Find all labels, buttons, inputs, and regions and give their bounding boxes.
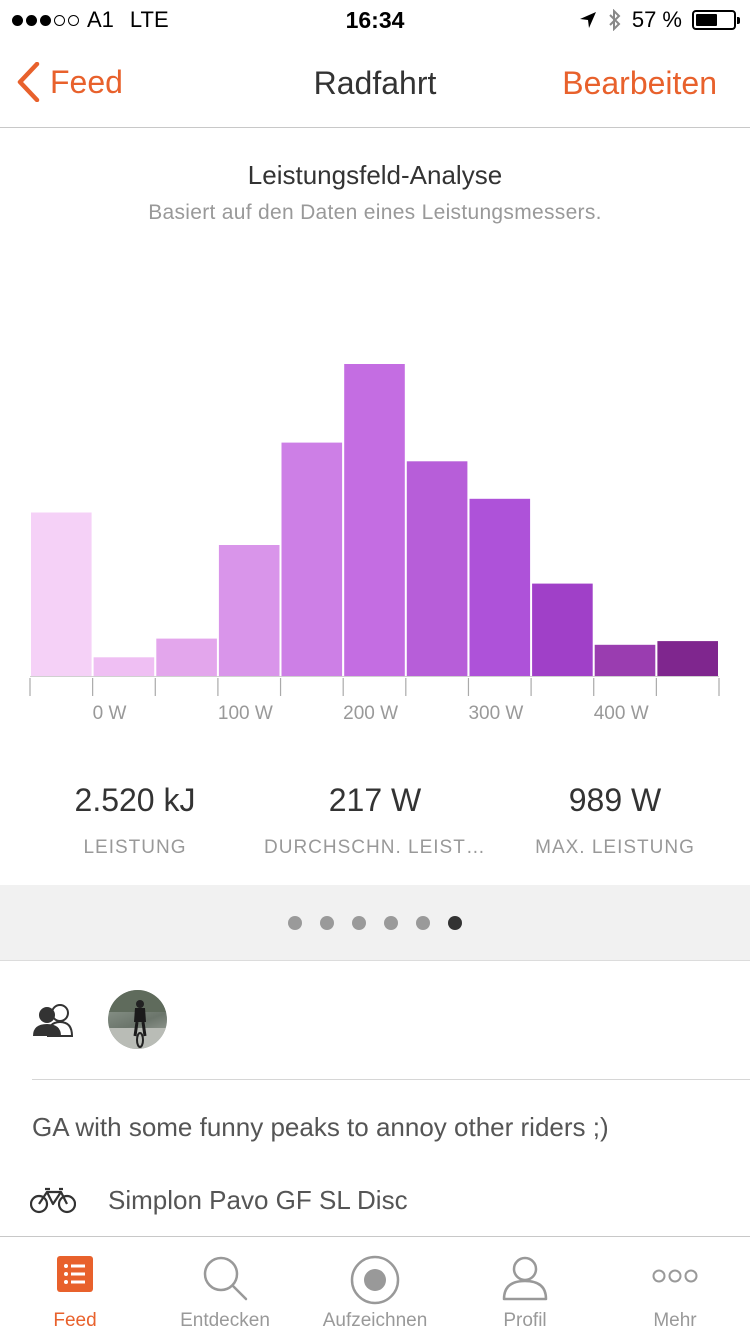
tab-explore-label: Entdecken	[180, 1310, 270, 1331]
edit-button[interactable]: Bearbeiten	[562, 65, 717, 102]
group-athletes-icon	[33, 1004, 74, 1037]
tab-explore[interactable]: Entdecken	[150, 1237, 300, 1334]
status-bar: A1 LTE 16:34 57 %	[0, 0, 750, 40]
tab-feed[interactable]: Feed	[0, 1237, 150, 1334]
battery-fill	[696, 14, 717, 26]
cyclist-photo-icon	[108, 990, 167, 1049]
page-dot[interactable]	[384, 915, 398, 930]
power-bar	[93, 657, 155, 676]
record-icon	[350, 1255, 400, 1305]
page-indicator[interactable]	[0, 885, 750, 961]
location-arrow-icon	[579, 12, 596, 28]
bike-name: Simplon Pavo GF SL Disc	[108, 1184, 408, 1215]
chart-subtitle: Basiert auf den Daten eines Leistungsmes…	[148, 201, 602, 224]
battery-icon	[692, 10, 740, 30]
athletes-row[interactable]	[0, 962, 750, 1079]
tab-record[interactable]: Aufzeichnen	[300, 1237, 450, 1334]
battery-percent: 57 %	[631, 7, 682, 32]
stat-energy: 2.520 kJ LEISTUNG	[10, 782, 260, 859]
chart-title: Leistungsfeld-Analyse	[247, 160, 503, 190]
profile-icon	[502, 1256, 548, 1301]
stat-max-power-value: 989 W	[568, 782, 662, 818]
power-bar	[406, 461, 468, 676]
power-bar	[469, 498, 531, 676]
page-dot[interactable]	[320, 915, 334, 930]
power-distribution-chart[interactable]: 0 W 100 W 200 W 300 W 400 W	[0, 240, 750, 740]
power-bar	[594, 644, 656, 676]
page-dot[interactable]	[416, 915, 430, 930]
status-right: 57 %	[578, 7, 740, 33]
stat-average-power: 217 W DURCHSCHN. LEISTUNG	[250, 782, 500, 859]
feed-list-icon	[57, 1256, 93, 1292]
tab-record-label: Aufzeichnen	[322, 1310, 428, 1331]
row-divider	[32, 1079, 750, 1080]
stat-max-power: 989 W MAX. LEISTUNG	[490, 782, 740, 859]
page-dot[interactable]	[352, 915, 366, 930]
power-bar	[532, 583, 593, 676]
tab-profile[interactable]: Profil	[450, 1237, 600, 1334]
tab-more[interactable]: Mehr	[600, 1237, 750, 1334]
search-icon	[203, 1256, 248, 1301]
stat-energy-value: 2.520 kJ	[74, 782, 196, 818]
power-bar	[657, 641, 718, 676]
more-dots-icon	[652, 1269, 698, 1283]
stat-energy-label: LEISTUNG	[83, 837, 187, 858]
power-bar	[344, 364, 405, 676]
x-tick-label: 300 W	[468, 703, 523, 724]
stat-max-power-label: MAX. LEISTUNG	[535, 837, 695, 858]
tab-feed-label: Feed	[53, 1310, 97, 1331]
power-bar	[31, 512, 92, 676]
athlete-avatar[interactable]	[108, 990, 167, 1049]
navigation-bar: Feed Radfahrt Bearbeiten	[0, 40, 750, 128]
power-bar	[281, 442, 343, 676]
tab-profile-label: Profil	[503, 1310, 547, 1331]
activity-description: GA with some funny peaks to annoy other …	[32, 1112, 609, 1142]
tab-more-label: Mehr	[653, 1310, 697, 1331]
stat-average-power-value: 217 W	[328, 782, 422, 818]
bike-row[interactable]: Simplon Pavo GF SL Disc	[30, 1180, 408, 1220]
power-bar	[156, 638, 217, 676]
x-tick-label: 400 W	[594, 703, 649, 724]
page-dot[interactable]	[448, 915, 462, 930]
x-tick-label: 0 W	[93, 703, 127, 724]
page-dot[interactable]	[288, 915, 302, 930]
bluetooth-icon	[609, 9, 621, 31]
power-bar	[218, 545, 280, 676]
x-tick-label: 200 W	[343, 703, 398, 724]
stat-average-power-label: DURCHSCHN. LEISTUNG	[264, 837, 500, 858]
tab-bar: Feed Entdecken Aufzeichnen Profil Mehr	[0, 1236, 750, 1334]
x-tick-label: 100 W	[218, 703, 273, 724]
bike-icon	[30, 1187, 76, 1214]
